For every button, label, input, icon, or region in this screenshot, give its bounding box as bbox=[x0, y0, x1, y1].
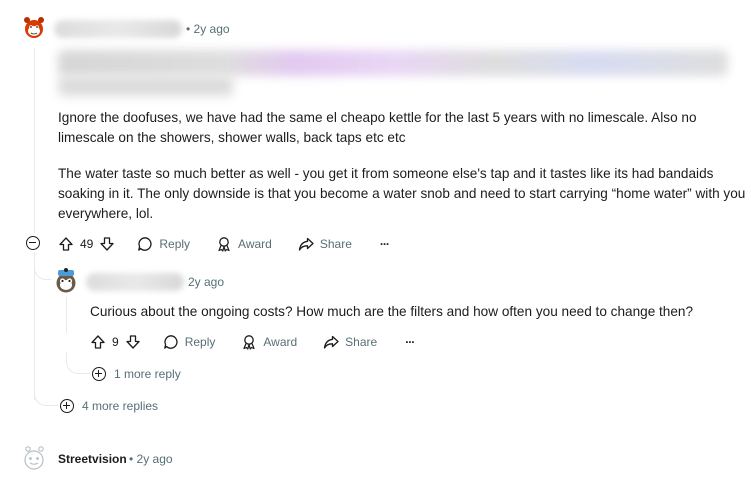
vote-score: 49 bbox=[80, 237, 94, 251]
avatar[interactable] bbox=[51, 266, 81, 296]
more-replies-label: 1 more reply bbox=[114, 367, 181, 381]
comment-time: 2y ago bbox=[188, 275, 225, 289]
more-replies-button[interactable]: 4 more replies bbox=[60, 399, 158, 413]
award-button[interactable]: Award bbox=[241, 334, 297, 350]
share-label: Share bbox=[345, 335, 378, 349]
vote-score: 9 bbox=[112, 335, 119, 349]
redacted-text bbox=[58, 76, 233, 96]
award-label: Award bbox=[238, 237, 272, 251]
collapse-icon bbox=[26, 236, 40, 250]
award-icon bbox=[218, 237, 230, 252]
upvote-icon bbox=[91, 335, 105, 349]
thread-line-curve bbox=[66, 352, 90, 374]
avatar[interactable] bbox=[19, 13, 49, 43]
comment-thread: • 2y ago Ignore the doofuses, we have ha… bbox=[0, 0, 751, 482]
more-replies-button[interactable]: 1 more reply bbox=[92, 367, 181, 381]
downvote-icon bbox=[100, 237, 115, 251]
upvote-button[interactable] bbox=[90, 334, 106, 350]
share-icon bbox=[298, 237, 314, 251]
downvote-button[interactable] bbox=[125, 334, 141, 350]
thread-line[interactable] bbox=[66, 297, 67, 333]
upvote-icon bbox=[59, 237, 73, 251]
comment-actions: 49 Reply Award Share ··· bbox=[58, 234, 390, 254]
more-replies-label: 4 more replies bbox=[82, 399, 159, 413]
collapse-button[interactable] bbox=[26, 236, 40, 250]
expand-icon bbox=[92, 367, 106, 381]
username-redacted[interactable] bbox=[54, 20, 182, 38]
username-redacted[interactable] bbox=[86, 273, 184, 291]
thread-line[interactable] bbox=[34, 48, 35, 233]
redacted-text bbox=[58, 50, 728, 76]
upvote-button[interactable] bbox=[58, 236, 74, 252]
comment-time: • 2y ago bbox=[186, 22, 230, 36]
downvote-icon bbox=[126, 335, 140, 349]
share-button[interactable]: Share bbox=[323, 334, 377, 350]
share-button[interactable]: Share bbox=[298, 236, 352, 252]
comment-actions: 9 Reply Award Share ··· bbox=[90, 332, 415, 352]
comment-author[interactable]: Streetvision bbox=[58, 452, 127, 466]
share-icon bbox=[324, 335, 339, 349]
award-label: Award bbox=[263, 335, 298, 349]
downvote-button[interactable] bbox=[99, 236, 115, 252]
reply-label: Reply bbox=[184, 335, 216, 349]
reply-bubble-icon bbox=[163, 335, 178, 349]
comment-paragraph: Ignore the doofuses, we have had the sam… bbox=[58, 110, 697, 145]
thread-line-curve bbox=[34, 258, 52, 280]
more-options-button[interactable]: ··· bbox=[405, 335, 415, 349]
more-options-button[interactable]: ··· bbox=[380, 237, 390, 251]
thread-line-curve bbox=[34, 386, 58, 406]
award-icon bbox=[243, 335, 255, 350]
reply-label: Reply bbox=[159, 237, 191, 251]
reply-button[interactable]: Reply bbox=[163, 334, 216, 350]
reply-button[interactable]: Reply bbox=[137, 236, 190, 252]
comment-time: • 2y ago bbox=[129, 452, 173, 466]
comment-paragraph: The water taste so much better as well -… bbox=[58, 166, 746, 221]
avatar[interactable] bbox=[19, 443, 49, 473]
reply-bubble-icon bbox=[138, 237, 152, 251]
share-label: Share bbox=[319, 237, 352, 251]
award-button[interactable]: Award bbox=[216, 236, 272, 252]
expand-icon bbox=[60, 399, 74, 413]
comment-paragraph: Curious about the ongoing costs? How muc… bbox=[90, 304, 694, 319]
